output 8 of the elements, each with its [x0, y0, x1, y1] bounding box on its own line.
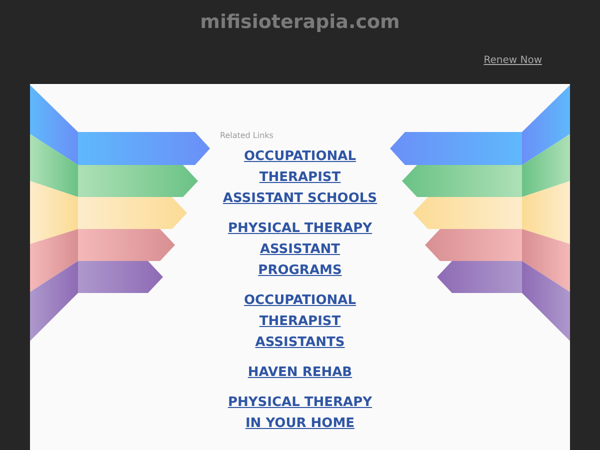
- related-link[interactable]: PHYSICAL THERAPY ASSISTANT PROGRAMS: [222, 218, 378, 281]
- site-title: mifisioterapia.com: [200, 10, 400, 35]
- renew-link[interactable]: Renew Now: [484, 55, 542, 71]
- related-link[interactable]: HAVEN REHAB: [222, 362, 378, 383]
- related-link[interactable]: OCCUPATIONAL THERAPIST ASSISTANT SCHOOLS: [222, 146, 378, 209]
- related-links-heading: Related Links: [220, 131, 274, 140]
- related-link[interactable]: OCCUPATIONAL THERAPIST ASSISTANTS: [222, 290, 378, 353]
- related-link[interactable]: PHYSICAL THERAPY IN YOUR HOME: [222, 392, 378, 434]
